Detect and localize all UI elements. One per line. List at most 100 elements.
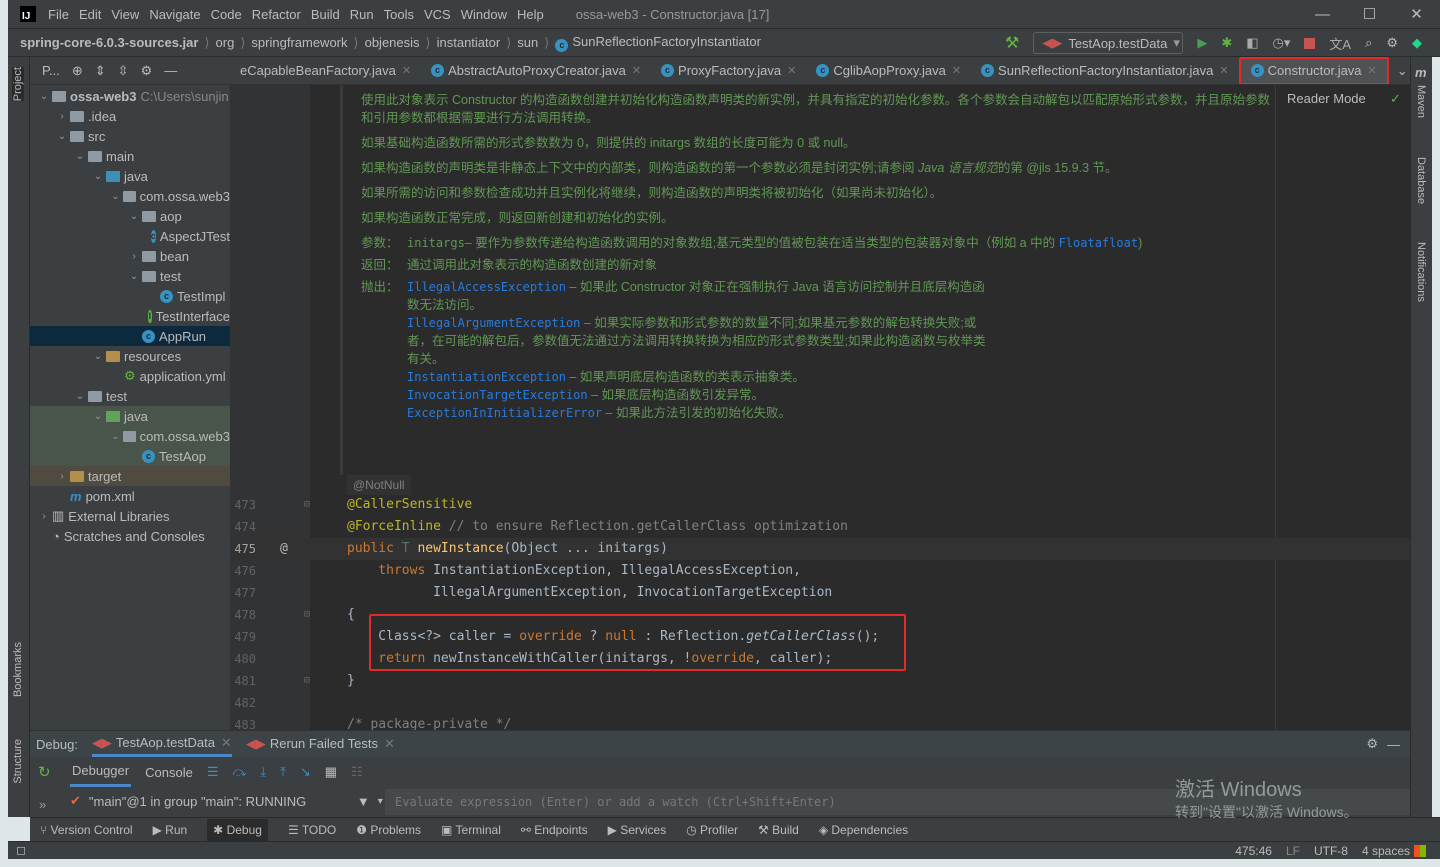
project-view-select[interactable]: P... <box>42 63 60 78</box>
profile-icon[interactable]: ◷▾ <box>1273 35 1291 51</box>
line-separator[interactable]: LF <box>1286 844 1300 858</box>
tool-window-version-control[interactable]: ⑂ Version Control <box>40 823 133 837</box>
tree-item[interactable]: › ▥ External Libraries <box>30 506 230 526</box>
tree-item[interactable]: ◔ Scratches and Consoles <box>30 526 230 546</box>
close-button[interactable]: ✕ <box>1393 0 1440 28</box>
debug-tab-testaop[interactable]: ◀▶ TestAop.testData ✕ <box>91 731 232 757</box>
tab-sunreflectionfactoryinstantiator[interactable]: c SunReflectionFactoryInstantiator.java ✕ <box>971 57 1239 84</box>
hide-icon[interactable]: — <box>1387 737 1400 752</box>
menu-window[interactable]: Window <box>461 7 507 22</box>
tool-window-problems[interactable]: ❶ Problems <box>356 823 421 837</box>
build-icon[interactable]: ⚒ <box>1005 33 1019 53</box>
chevron-icon[interactable]: ⌄ <box>126 271 142 282</box>
tree-item[interactable]: ⌄ java <box>30 166 230 186</box>
fold-icon[interactable]: ⊟ <box>304 494 310 516</box>
menu-run[interactable]: Run <box>350 7 374 22</box>
code-editor[interactable]: 使用此对象表示 Constructor 的构造函数创建并初始化构造函数声明类的新… <box>230 85 1410 730</box>
translate-icon[interactable]: 文A <box>1329 34 1351 53</box>
chevron-icon[interactable]: ⌄ <box>36 91 52 102</box>
tool-window-services[interactable]: ▶ Services <box>608 823 667 837</box>
menu-edit[interactable]: Edit <box>79 7 101 22</box>
chevron-icon[interactable]: ⌄ <box>90 351 106 362</box>
close-tab-icon[interactable]: ✕ <box>1219 64 1228 77</box>
chevron-icon[interactable]: ⌄ <box>108 191 123 202</box>
tree-item[interactable]: › target <box>30 466 230 486</box>
breadcrumb-item[interactable]: sun <box>517 35 538 50</box>
tree-item[interactable]: c TestAop <box>30 446 230 466</box>
console-tab[interactable]: Console <box>145 765 193 780</box>
exception-link[interactable]: IllegalArgumentException <box>407 316 580 330</box>
menu-navigate[interactable]: Navigate <box>149 7 200 22</box>
chevron-icon[interactable]: › <box>126 251 142 262</box>
project-tool-button[interactable]: Project <box>12 67 24 102</box>
tree-item[interactable]: c AspectJTest <box>30 226 230 246</box>
run-config-select[interactable]: ◀▶ TestAop.testData ▾ <box>1033 32 1184 54</box>
chevron-icon[interactable]: ⌄ <box>126 211 142 222</box>
tree-item[interactable]: ⌄ com.ossa.web3 <box>30 186 230 206</box>
gear-icon[interactable]: ⚙ <box>1386 35 1398 51</box>
chevron-icon[interactable]: ⌄ <box>72 391 88 402</box>
tree-item[interactable]: ⚙ application.yml <box>30 366 230 386</box>
stop-icon[interactable] <box>1304 37 1316 49</box>
notifications-tool-button[interactable]: Notifications <box>1415 242 1427 302</box>
tree-item[interactable]: ⌄ src <box>30 126 230 146</box>
layout-icon[interactable]: ☰ <box>207 764 219 780</box>
chevron-icon[interactable]: ⌄ <box>108 431 123 442</box>
chevron-icon[interactable]: ⌄ <box>90 171 106 182</box>
debugger-tab[interactable]: Debugger <box>70 757 132 787</box>
tab-list-icon[interactable]: ⌄ <box>1397 63 1408 79</box>
breadcrumb-item[interactable]: org <box>216 35 235 50</box>
tab-cglibaopproxy[interactable]: c CglibAopProxy.java ✕ <box>806 57 971 84</box>
dropdown-icon[interactable]: ▾ <box>378 796 383 807</box>
tab-ecapablebeanfactory[interactable]: eCapableBeanFactory.java ✕ <box>230 57 421 84</box>
fold-icon[interactable]: ⊟ <box>304 670 310 692</box>
breadcrumb-item[interactable]: c SunReflectionFactoryInstantiator <box>555 34 761 52</box>
chevron-icon[interactable]: ⌄ <box>54 131 70 142</box>
chevron-icon[interactable]: › <box>36 511 52 522</box>
step-over-icon[interactable]: ⤼ <box>232 764 246 780</box>
tool-window-terminal[interactable]: ▣ Terminal <box>441 823 501 837</box>
run-to-cursor-icon[interactable]: ↘ <box>300 764 311 780</box>
locate-icon[interactable]: ⊕ <box>72 63 83 79</box>
tree-item[interactable]: c TestImpl <box>30 286 230 306</box>
tab-constructor[interactable]: c Constructor.java ✕ <box>1238 57 1389 84</box>
more-icon[interactable]: » <box>39 797 46 812</box>
exception-link[interactable]: ExceptionInInitializerError <box>407 406 602 420</box>
menu-build[interactable]: Build <box>311 7 340 22</box>
close-tab-icon[interactable]: ✕ <box>787 64 796 77</box>
exception-link[interactable]: IllegalAccessException <box>407 280 566 294</box>
menu-help[interactable]: Help <box>517 7 544 22</box>
tree-item[interactable]: c AppRun <box>30 326 230 346</box>
tool-window-todo[interactable]: ☰ TODO <box>288 823 336 837</box>
tool-window-endpoints[interactable]: ⚯ Endpoints <box>521 823 588 837</box>
menu-view[interactable]: View <box>111 7 139 22</box>
menu-file[interactable]: File <box>48 7 69 22</box>
reader-mode-button[interactable]: Reader Mode <box>1287 91 1366 106</box>
tree-item[interactable]: ⌄ resources <box>30 346 230 366</box>
chevron-icon[interactable]: ⌄ <box>90 411 106 422</box>
menu-code[interactable]: Code <box>211 7 242 22</box>
menu-vcs[interactable]: VCS <box>424 7 451 22</box>
exception-link[interactable]: InstantiationException <box>407 370 566 384</box>
close-tab-icon[interactable]: ✕ <box>952 64 961 77</box>
override-gutter-icon[interactable]: @ <box>280 538 288 560</box>
step-into-icon[interactable]: ⤓ <box>260 764 266 780</box>
search-icon[interactable]: ⌕ <box>1365 35 1372 51</box>
fold-icon[interactable]: ⊟ <box>304 604 310 626</box>
debug-icon[interactable]: ✱ <box>1221 35 1232 51</box>
tool-window-profiler[interactable]: ◷ Profiler <box>686 823 738 837</box>
breadcrumb-item[interactable]: instantiator <box>437 35 501 50</box>
toolbox-icon[interactable]: ◆ <box>1412 35 1422 51</box>
caret-position[interactable]: 475:46 <box>1235 844 1272 858</box>
close-tab-icon[interactable]: ✕ <box>1368 64 1377 77</box>
collapse-all-icon[interactable]: ⇳ <box>118 63 129 79</box>
breadcrumb-item[interactable]: springframework <box>251 35 347 50</box>
chevron-icon[interactable]: › <box>54 111 70 122</box>
minimize-button[interactable]: — <box>1299 0 1346 28</box>
exception-link[interactable]: InvocationTargetException <box>407 388 588 402</box>
menu-tools[interactable]: Tools <box>384 7 414 22</box>
menu-refactor[interactable]: Refactor <box>252 7 301 22</box>
tree-item[interactable]: ⌄ main <box>30 146 230 166</box>
indent[interactable]: 4 spaces <box>1362 844 1410 858</box>
tree-item[interactable]: ⌄ test <box>30 266 230 286</box>
